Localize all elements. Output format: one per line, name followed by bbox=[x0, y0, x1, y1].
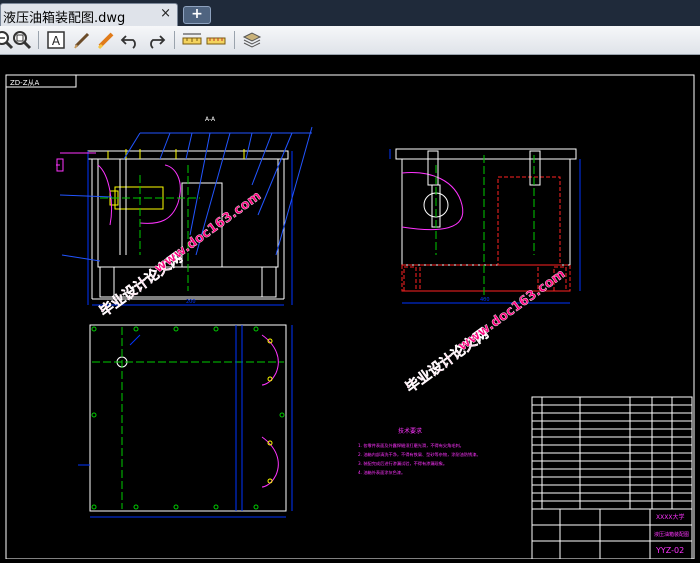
new-tab-button[interactable]: + bbox=[183, 6, 211, 24]
undo-icon[interactable] bbox=[120, 30, 140, 50]
drawing-name: 液压油箱装配图 bbox=[654, 531, 689, 538]
tab-bar: 液压油箱装配图.dwg × + bbox=[0, 0, 700, 26]
front-view: A-A 200 bbox=[56, 116, 313, 306]
text-icon[interactable]: A bbox=[46, 30, 66, 50]
watermark-1: 毕业设计论文网 www.doc163.com bbox=[96, 188, 265, 320]
watermark-2: 毕业设计论文网 www.doc163.com bbox=[402, 266, 569, 396]
title-block: XXXX大学 液压油箱装配图 YYZ-02 bbox=[531, 396, 693, 560]
tech-note: 3. 装配完成后进行渗漏试验，不得有渗漏现象。 bbox=[358, 460, 447, 467]
redo-icon[interactable] bbox=[146, 30, 166, 50]
toolbar-separator bbox=[38, 31, 39, 49]
measure-icon[interactable] bbox=[182, 30, 202, 50]
drawing-code: YYZ-02 bbox=[655, 546, 684, 555]
school-name: XXXX大学 bbox=[656, 513, 684, 521]
technical-requirements: 技术要求 1. 各零件表面及外露焊缝须打磨光滑，不得有尖角毛刺。 2. 油箱内部… bbox=[358, 427, 481, 476]
dim-label: 400 bbox=[480, 297, 490, 303]
tech-note: 4. 油箱外表面涂灰色漆。 bbox=[358, 469, 405, 476]
scale-icon[interactable] bbox=[206, 30, 226, 50]
drawing-canvas[interactable]: ZD-Z从A A-A 200 400 技术要求 1. 各零件表面及外露焊缝须打磨… bbox=[0, 55, 700, 560]
drawing-svg: ZD-Z从A A-A 200 400 技术要求 1. 各零件表面及外露焊缝须打磨… bbox=[5, 74, 695, 560]
tech-note: 2. 油箱内部清洗干净，不得有铁屑、型砂等杂物，涂耐油防锈漆。 bbox=[358, 451, 481, 458]
toolbar: A bbox=[0, 26, 700, 55]
svg-text:A: A bbox=[52, 34, 61, 48]
section-label: A-A bbox=[205, 116, 216, 123]
tech-note: 1. 各零件表面及外露焊缝须打磨光滑，不得有尖角毛刺。 bbox=[358, 442, 464, 449]
highlighter-icon[interactable] bbox=[96, 30, 116, 50]
close-icon[interactable]: × bbox=[160, 6, 171, 21]
tab-title: 液压油箱装配图.dwg bbox=[3, 11, 126, 26]
dim-label: 200 bbox=[186, 299, 196, 305]
toolbar-separator bbox=[174, 31, 175, 49]
watermark-url: www.doc163.com bbox=[152, 189, 265, 277]
frame-label: ZD-Z从A bbox=[10, 79, 40, 87]
zoom-window-icon[interactable] bbox=[12, 30, 32, 50]
top-view bbox=[78, 324, 293, 518]
layers-icon[interactable] bbox=[242, 30, 262, 50]
document-tab[interactable]: 液压油箱装配图.dwg × bbox=[0, 3, 178, 26]
pen-icon[interactable] bbox=[72, 30, 92, 50]
toolbar-separator bbox=[234, 31, 235, 49]
tech-title: 技术要求 bbox=[398, 427, 422, 435]
watermark-url: www.doc163.com bbox=[456, 267, 569, 355]
